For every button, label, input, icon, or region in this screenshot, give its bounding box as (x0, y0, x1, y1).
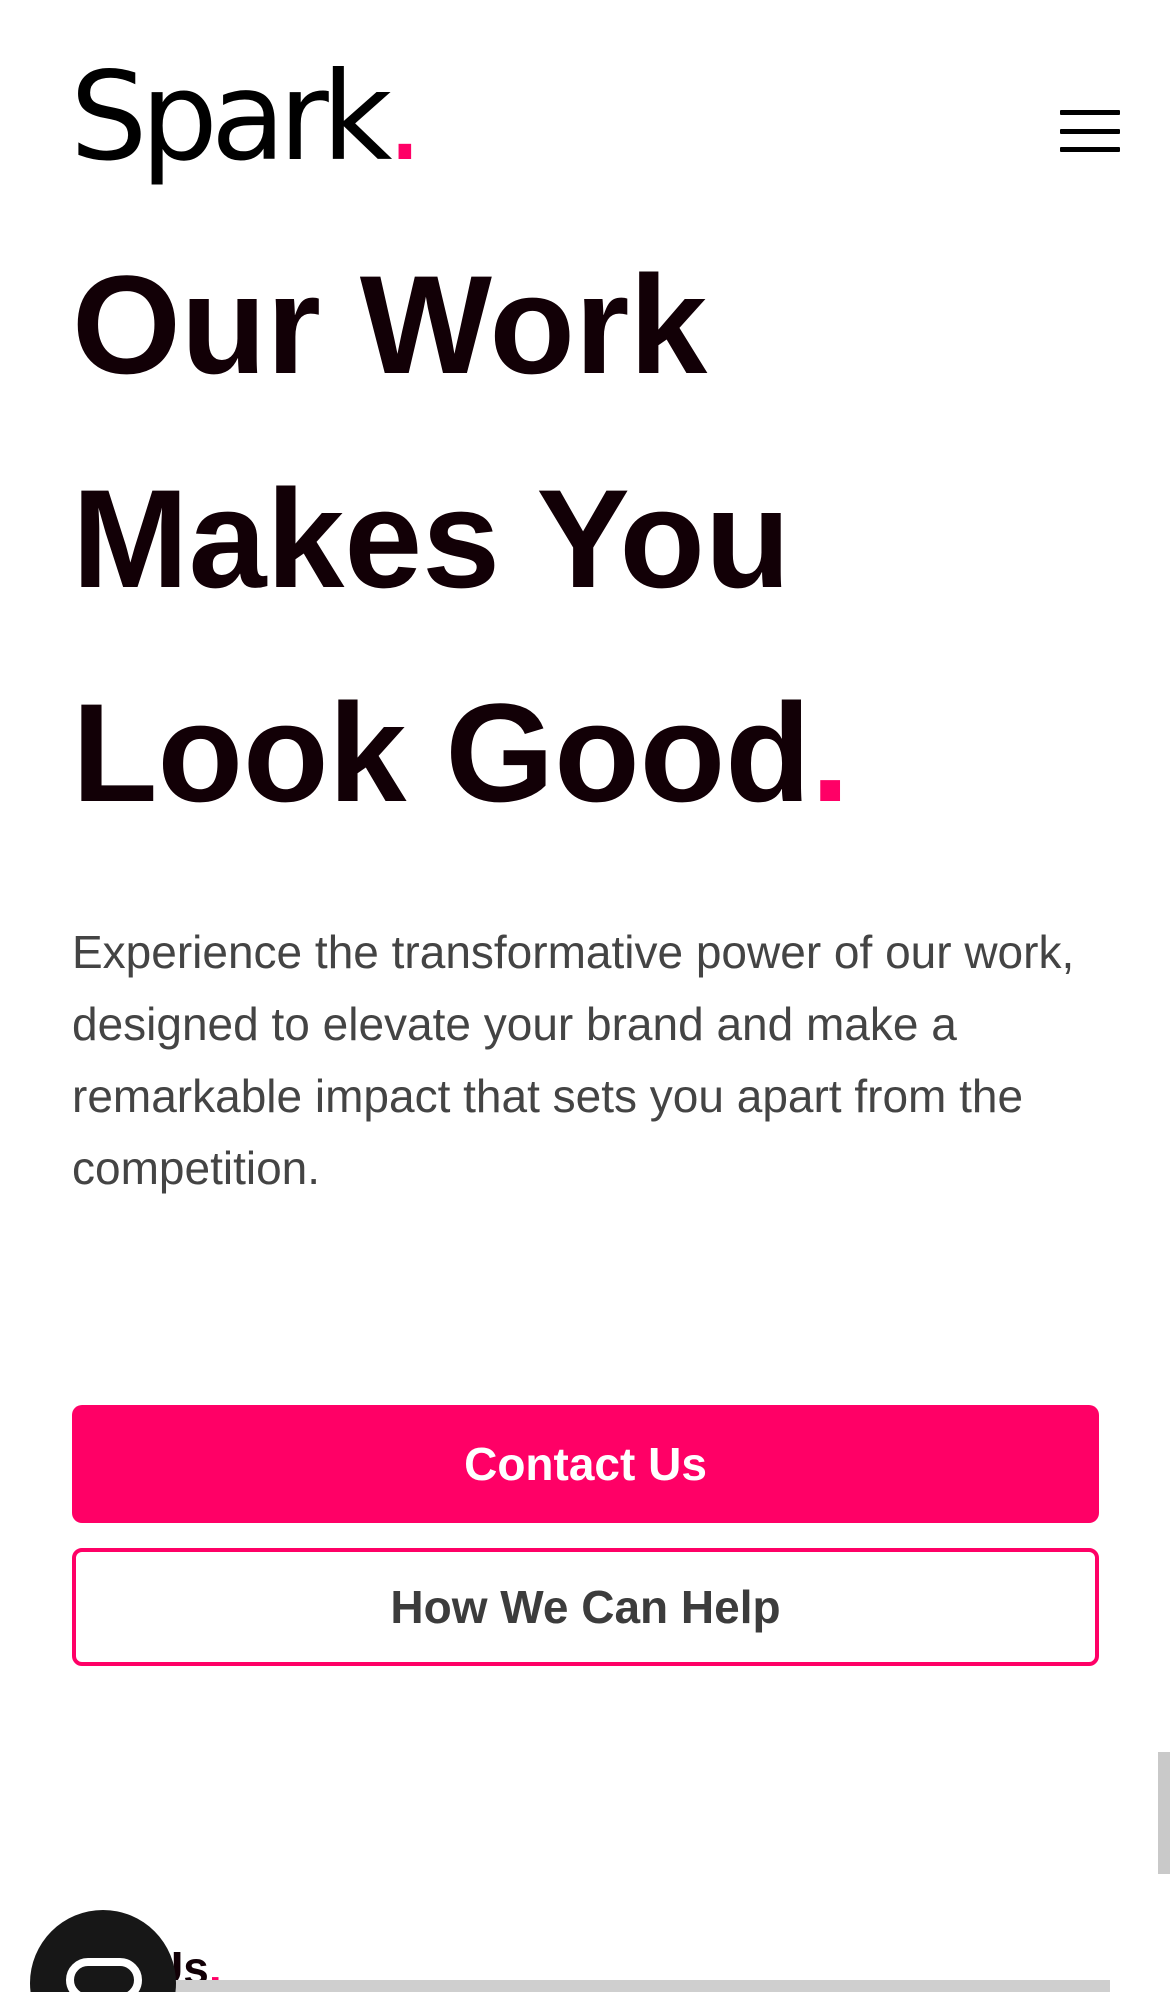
hero-title-line-3-text: Look Good (72, 674, 811, 831)
brand-logo[interactable]: Spark. (70, 56, 424, 178)
hero-title-line-1: Our Work (72, 246, 708, 403)
logo-text: Spark (70, 46, 392, 188)
hero-intro: Experience the transformative power of o… (72, 926, 1075, 1194)
chat-bubble-icon (66, 1958, 142, 1992)
menu-bar-middle (1060, 128, 1120, 134)
contact-us-button[interactable]: Contact Us (72, 1405, 1099, 1523)
hero-title-line-3: Look Good. (72, 646, 1132, 860)
page: Spark. Our Work Makes You Look Good. Exp… (0, 0, 1170, 1992)
logo-dot: . (385, 46, 424, 188)
how-we-can-help-button[interactable]: How We Can Help (72, 1548, 1099, 1666)
chat-widget-button[interactable] (30, 1910, 176, 1992)
hero-title: Our Work Makes You Look Good. (72, 218, 1132, 860)
hero-title-line-2: Makes You (72, 460, 791, 617)
menu-bar-bottom (1060, 147, 1120, 152)
hero-title-dot: . (810, 674, 850, 831)
hamburger-menu-icon[interactable] (1060, 110, 1120, 152)
section-divider-bar (150, 1980, 1110, 1992)
scrollbar-thumb[interactable] (1158, 1752, 1170, 1874)
menu-bar-top (1060, 110, 1120, 115)
